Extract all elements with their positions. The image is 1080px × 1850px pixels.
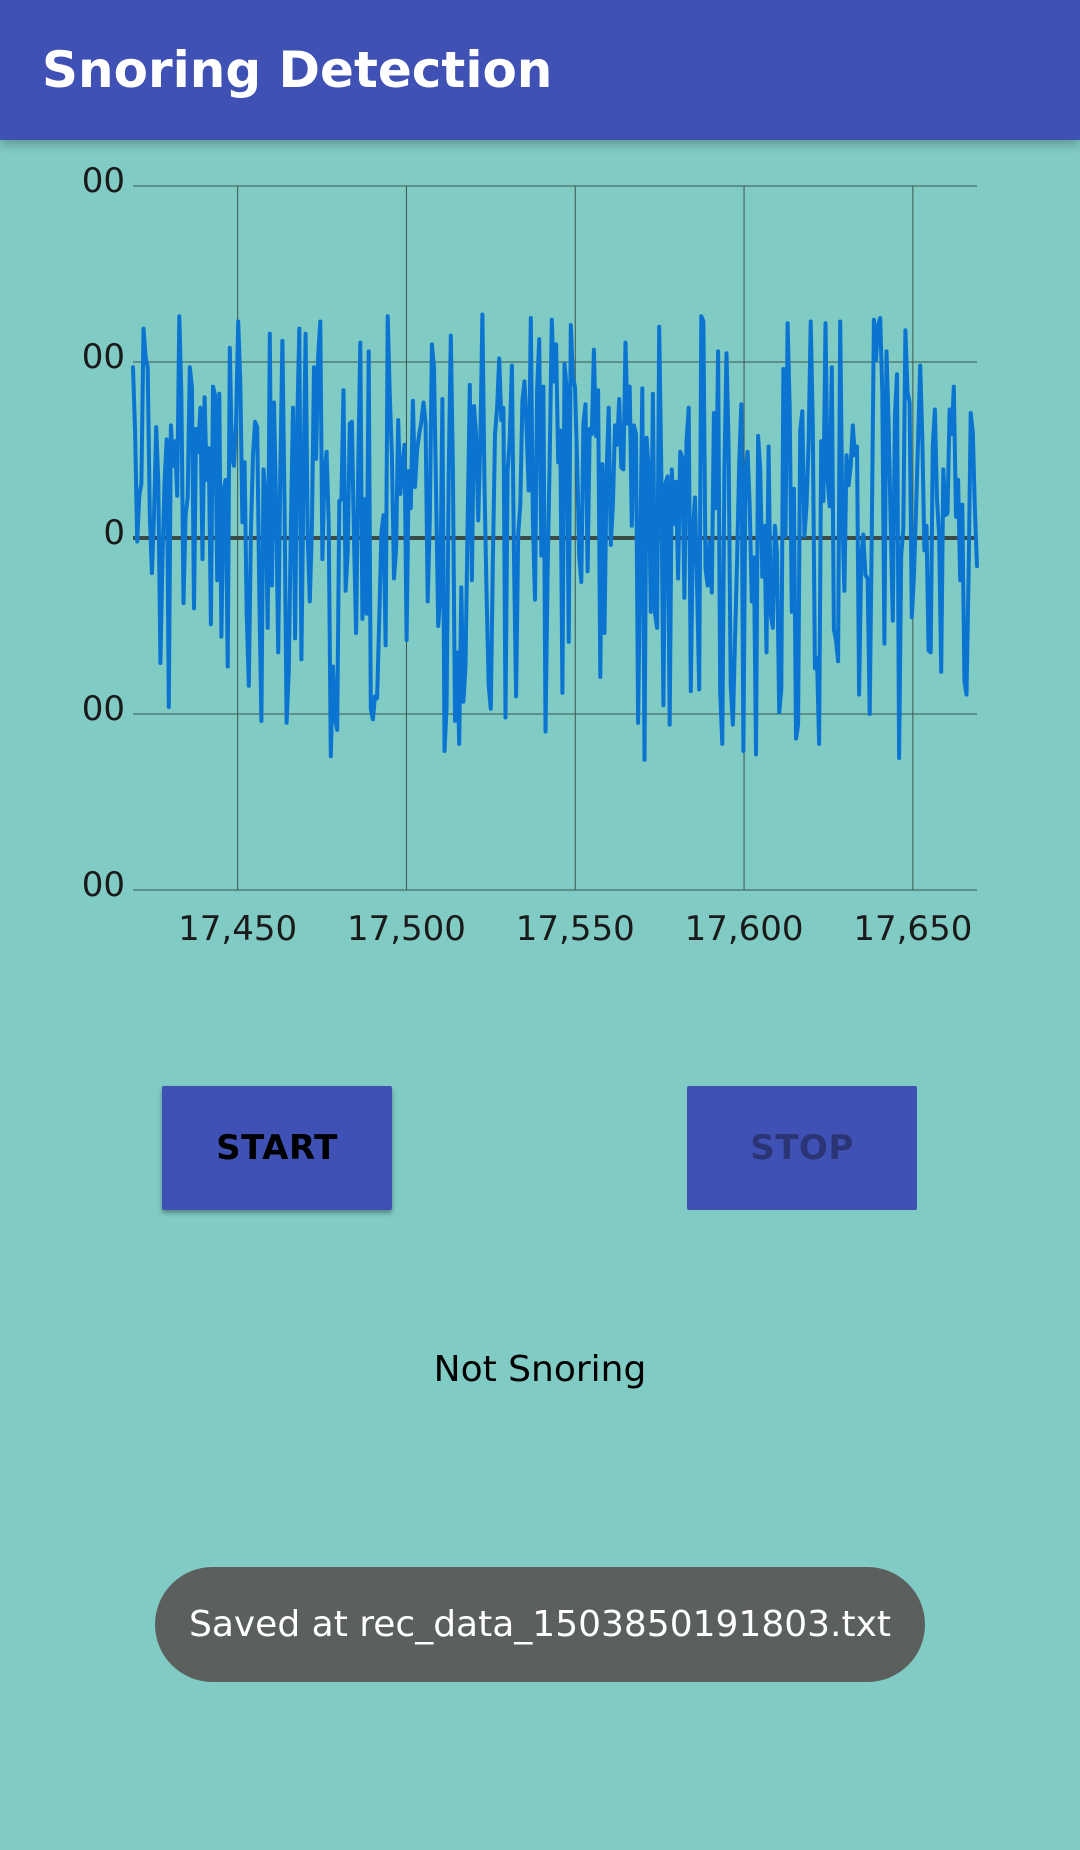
x-tick-label: 17,600 bbox=[685, 909, 804, 949]
y-tick-label: 00 bbox=[82, 161, 125, 201]
app-bar: Snoring Detection bbox=[0, 0, 1080, 140]
y-tick-label: 00 bbox=[82, 865, 125, 905]
x-tick-label: 17,650 bbox=[853, 909, 972, 949]
waveform-chart: 00 00 0 00 00 17,450 17,500 17,550 17,600 17,650 bbox=[0, 140, 1080, 980]
x-tick-label: 17,550 bbox=[516, 909, 635, 949]
waveform-chart-svg: 00000000017,450 17,500 17,550 17,600 17,650 bbox=[82, 161, 979, 949]
toast-message: Saved at rec_data_1503850191803.txt bbox=[155, 1567, 925, 1682]
app-title: Snoring Detection bbox=[42, 41, 553, 99]
y-tick-label: 00 bbox=[82, 689, 125, 729]
start-button[interactable]: START bbox=[162, 1086, 392, 1210]
y-tick-label: 00 bbox=[82, 337, 125, 377]
y-tick-label: 0 bbox=[103, 513, 125, 553]
x-tick-label: 17,450 bbox=[178, 909, 297, 949]
x-tick-label: 17,500 bbox=[347, 909, 466, 949]
stop-button[interactable]: STOP bbox=[687, 1086, 917, 1210]
snoring-status-text: Not Snoring bbox=[433, 1349, 647, 1390]
